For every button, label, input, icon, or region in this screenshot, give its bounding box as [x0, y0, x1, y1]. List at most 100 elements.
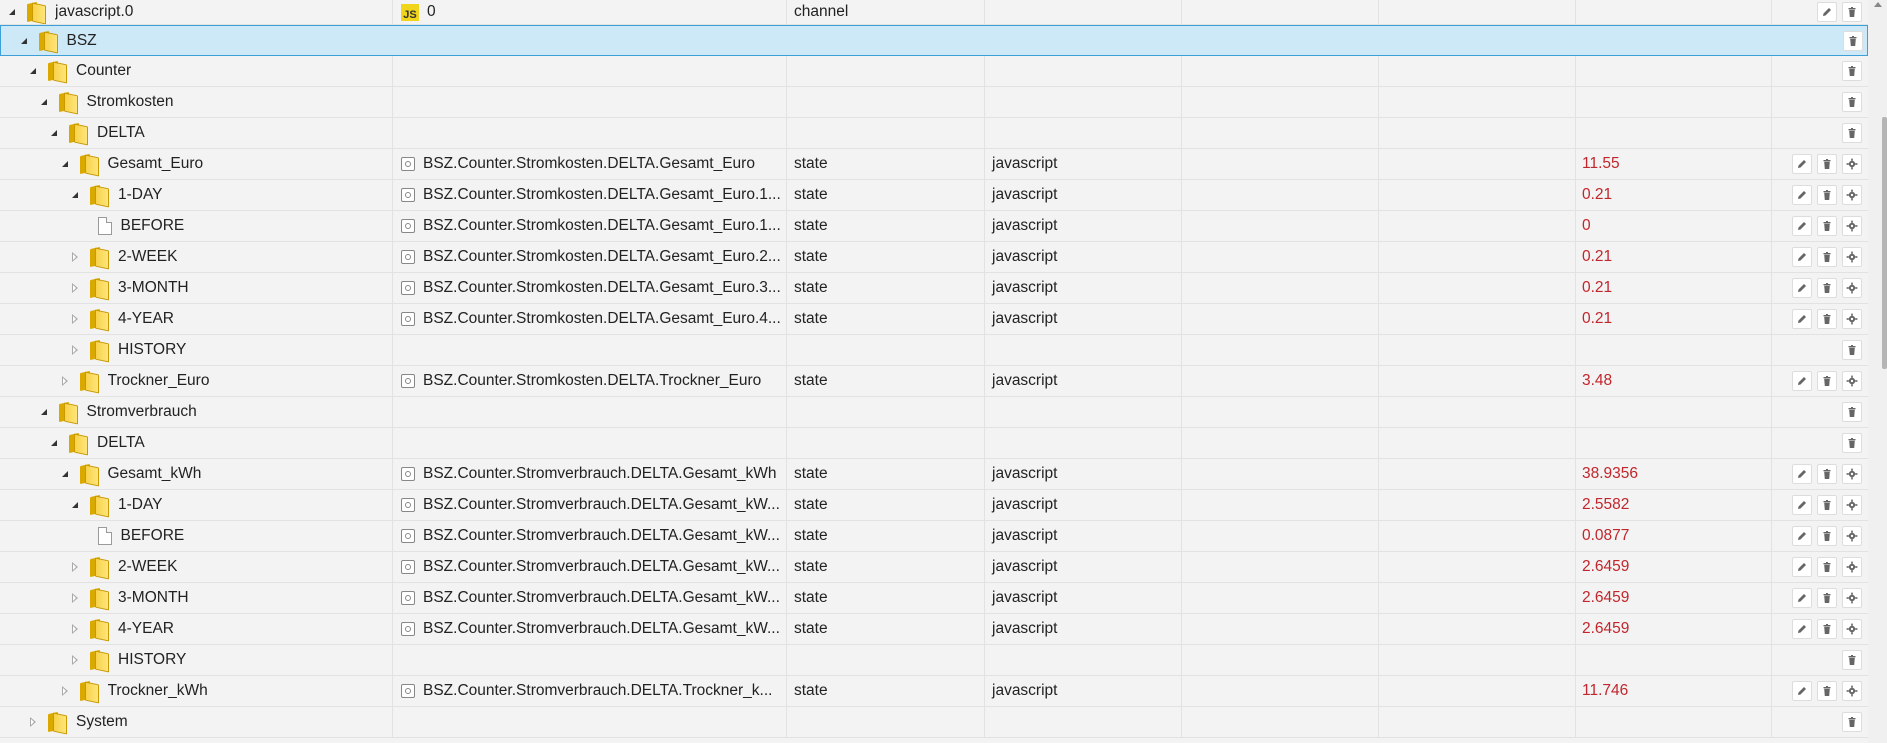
expand-closed-icon[interactable]: [69, 251, 81, 263]
expand-closed-icon[interactable]: [69, 592, 81, 604]
expand-open-icon[interactable]: [69, 499, 81, 511]
object-value[interactable]: 3.48: [1575, 366, 1771, 396]
gear-button[interactable]: [1842, 371, 1862, 391]
object-value[interactable]: 0.21: [1575, 304, 1771, 334]
trash-button[interactable]: [1817, 278, 1837, 298]
object-value[interactable]: 0.21: [1575, 273, 1771, 303]
object-value[interactable]: [1575, 56, 1771, 86]
tree-row[interactable]: BSZ: [0, 25, 1868, 56]
expand-closed-icon[interactable]: [27, 716, 39, 728]
tree-row[interactable]: Trockner_Euro BSZ.Counter.Stromkosten.DEL…: [0, 366, 1868, 397]
trash-button[interactable]: [1817, 371, 1837, 391]
object-value[interactable]: 2.6459: [1575, 614, 1771, 644]
expand-open-icon[interactable]: [48, 437, 60, 449]
trash-button[interactable]: [1842, 650, 1862, 670]
gear-button[interactable]: [1842, 278, 1862, 298]
pencil-button[interactable]: [1792, 681, 1812, 701]
expand-closed-icon[interactable]: [69, 561, 81, 573]
tree-row[interactable]: Stromkosten: [0, 87, 1868, 118]
gear-button[interactable]: [1842, 185, 1862, 205]
tree-row[interactable]: 2-WEEK BSZ.Counter.Stromverbrauch.DELTA.G…: [0, 552, 1868, 583]
trash-button[interactable]: [1843, 30, 1863, 51]
tree-row[interactable]: Stromverbrauch: [0, 397, 1868, 428]
gear-button[interactable]: [1842, 619, 1862, 639]
tree-row[interactable]: DELTA: [0, 428, 1868, 459]
expand-open-icon[interactable]: [59, 468, 71, 480]
object-value[interactable]: [1575, 397, 1771, 427]
expand-closed-icon[interactable]: [69, 623, 81, 635]
expand-open-icon[interactable]: [69, 189, 81, 201]
gear-button[interactable]: [1842, 247, 1862, 267]
expand-open-icon[interactable]: [27, 65, 39, 77]
tree-row[interactable]: 3-MONTH BSZ.Counter.Stromverbrauch.DELTA.…: [0, 583, 1868, 614]
tree-row[interactable]: 4-YEAR BSZ.Counter.Stromverbrauch.DELTA.G…: [0, 614, 1868, 645]
trash-button[interactable]: [1842, 92, 1862, 112]
object-value[interactable]: [1575, 645, 1771, 675]
trash-button[interactable]: [1817, 185, 1837, 205]
object-value[interactable]: 0: [1575, 211, 1771, 241]
trash-button[interactable]: [1842, 2, 1862, 22]
tree-row[interactable]: javascript.0 JS 0 channel: [0, 0, 1868, 25]
object-value[interactable]: [1575, 0, 1771, 24]
trash-button[interactable]: [1817, 154, 1837, 174]
trash-button[interactable]: [1817, 464, 1837, 484]
gear-button[interactable]: [1842, 464, 1862, 484]
expand-open-icon[interactable]: [6, 6, 18, 18]
pencil-button[interactable]: [1792, 588, 1812, 608]
tree-row[interactable]: 4-YEAR BSZ.Counter.Stromkosten.DELTA.Gesa…: [0, 304, 1868, 335]
expand-closed-icon[interactable]: [69, 313, 81, 325]
tree-row[interactable]: HISTORY: [0, 335, 1868, 366]
tree-row[interactable]: 3-MONTH BSZ.Counter.Stromkosten.DELTA.Ges…: [0, 273, 1868, 304]
gear-button[interactable]: [1842, 526, 1862, 546]
trash-button[interactable]: [1842, 402, 1862, 422]
pencil-button[interactable]: [1792, 526, 1812, 546]
object-value[interactable]: 0.0877: [1575, 521, 1771, 551]
object-value[interactable]: [1576, 26, 1772, 55]
object-value[interactable]: 2.6459: [1575, 552, 1771, 582]
trash-button[interactable]: [1817, 681, 1837, 701]
tree-row[interactable]: Gesamt_Euro BSZ.Counter.Stromkosten.DELTA…: [0, 149, 1868, 180]
trash-button[interactable]: [1817, 247, 1837, 267]
tree-row[interactable]: 1-DAY BSZ.Counter.Stromkosten.DELTA.Gesam…: [0, 180, 1868, 211]
pencil-button[interactable]: [1792, 185, 1812, 205]
object-value[interactable]: 0.21: [1575, 242, 1771, 272]
gear-button[interactable]: [1842, 495, 1862, 515]
expand-closed-icon[interactable]: [69, 344, 81, 356]
tree-row[interactable]: BEFORE BSZ.Counter.Stromkosten.DELTA.Gesa…: [0, 211, 1868, 242]
object-value[interactable]: 11.55: [1575, 149, 1771, 179]
object-value[interactable]: [1575, 335, 1771, 365]
expand-open-icon[interactable]: [48, 127, 60, 139]
object-value[interactable]: [1575, 87, 1771, 117]
scroll-up-arrow-icon[interactable]: [1868, 0, 1887, 10]
gear-button[interactable]: [1842, 154, 1862, 174]
trash-button[interactable]: [1842, 123, 1862, 143]
tree-row[interactable]: Counter: [0, 56, 1868, 87]
pencil-button[interactable]: [1792, 619, 1812, 639]
tree-row[interactable]: BEFORE BSZ.Counter.Stromverbrauch.DELTA.G…: [0, 521, 1868, 552]
trash-button[interactable]: [1817, 619, 1837, 639]
gear-button[interactable]: [1842, 681, 1862, 701]
tree-row[interactable]: 1-DAY BSZ.Counter.Stromverbrauch.DELTA.Ge…: [0, 490, 1868, 521]
tree-row[interactable]: Gesamt_kWh BSZ.Counter.Stromverbrauch.DEL…: [0, 459, 1868, 490]
expand-closed-icon[interactable]: [69, 654, 81, 666]
trash-button[interactable]: [1842, 61, 1862, 81]
pencil-button[interactable]: [1817, 2, 1837, 22]
pencil-button[interactable]: [1792, 371, 1812, 391]
pencil-button[interactable]: [1792, 464, 1812, 484]
object-value[interactable]: 11.746: [1575, 676, 1771, 706]
pencil-button[interactable]: [1792, 495, 1812, 515]
object-value[interactable]: [1575, 118, 1771, 148]
trash-button[interactable]: [1817, 526, 1837, 546]
object-value[interactable]: 38.9356: [1575, 459, 1771, 489]
tree-row[interactable]: DELTA: [0, 118, 1868, 149]
gear-button[interactable]: [1842, 309, 1862, 329]
gear-button[interactable]: [1842, 216, 1862, 236]
trash-button[interactable]: [1842, 340, 1862, 360]
expand-open-icon[interactable]: [59, 158, 71, 170]
trash-button[interactable]: [1817, 588, 1837, 608]
pencil-button[interactable]: [1792, 154, 1812, 174]
tree-row[interactable]: System: [0, 707, 1868, 738]
expand-open-icon[interactable]: [18, 35, 30, 47]
trash-button[interactable]: [1817, 309, 1837, 329]
trash-button[interactable]: [1817, 557, 1837, 577]
